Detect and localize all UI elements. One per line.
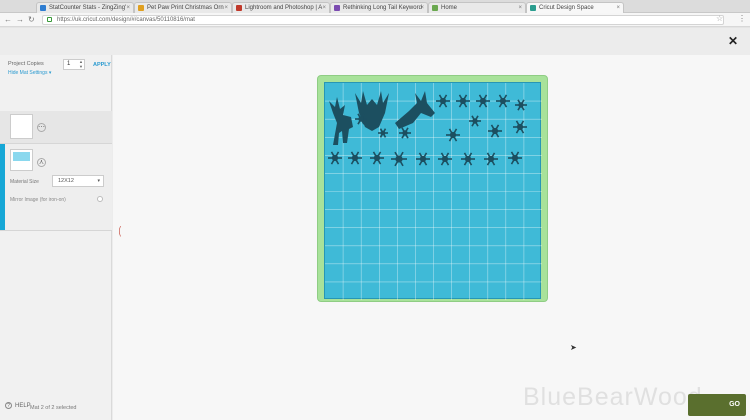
chevron-down-icon: ▾: [97, 178, 100, 184]
mirror-image-label: Mirror Image (for iron-on): [10, 197, 66, 203]
snowflake-shape: [487, 155, 495, 163]
snowflake-shape: [464, 155, 472, 163]
cutting-mat: [317, 75, 548, 302]
mat-list-item-selected[interactable]: ⋏ Material Size 12X12 ▾ Mirror Image (fo…: [0, 144, 112, 231]
browser-tab[interactable]: Lightroom and Photoshop | A ×: [232, 2, 330, 13]
tab-favicon: [236, 5, 242, 11]
snowflake-shape: [491, 127, 499, 135]
mat-settings-panel: Project Copies 1 ▲ ▼ APPLY Hide Mat Setti…: [0, 55, 112, 420]
copies-value: 1: [67, 61, 71, 67]
tab-favicon: [138, 5, 144, 11]
hide-mat-settings-link[interactable]: Hide Mat Settings ▾: [8, 70, 51, 76]
go-button[interactable]: GO: [688, 394, 746, 416]
snowflake-shape: [373, 154, 381, 162]
tab-favicon: [334, 5, 340, 11]
material-size-select[interactable]: 12X12 ▾: [52, 175, 104, 187]
reindeer-left-shape: [329, 97, 353, 145]
design-space-app: ✕ Project Copies 1 ▲ ▼ APPLY Hide Mat Set…: [0, 28, 750, 420]
snowflake-shape: [441, 155, 449, 163]
snowflake-shape: [459, 97, 467, 105]
reload-icon[interactable]: ↻: [28, 14, 35, 26]
tab-title: Lightroom and Photoshop | A: [245, 5, 323, 11]
mouse-cursor-icon: ➤: [570, 343, 577, 352]
help-icon: ?: [5, 402, 12, 409]
snowflake-shape: [449, 131, 457, 139]
snowflake-shape: [511, 154, 519, 162]
close-tab-icon[interactable]: ×: [518, 3, 522, 13]
watermark-text: BlueBearWood: [523, 383, 703, 411]
browser-tab[interactable]: Rethinking Long Tail Keyword ×: [330, 2, 428, 13]
snowflake-shape: [395, 155, 403, 163]
lock-icon: [47, 17, 52, 22]
collapse-handle-icon[interactable]: (: [119, 225, 121, 237]
project-copies-input[interactable]: 1 ▲ ▼: [63, 59, 85, 70]
forward-icon[interactable]: →: [16, 14, 24, 26]
browser-menu-icon[interactable]: ⋮: [738, 14, 746, 23]
chevron-down-icon: ▾: [48, 70, 52, 76]
tab-title: Rethinking Long Tail Keyword: [343, 5, 422, 11]
tab-favicon: [432, 5, 438, 11]
close-tab-icon[interactable]: ×: [224, 3, 228, 13]
snowflake-shape: [479, 97, 487, 105]
material-size-value: 12X12: [58, 178, 74, 184]
snowflake-shape: [516, 123, 524, 131]
mat-thumbnail[interactable]: [10, 114, 33, 139]
mat-list-item[interactable]: ⋯: [0, 111, 112, 144]
snowflake-shape: [402, 130, 408, 136]
mirror-image-toggle[interactable]: [97, 196, 103, 202]
material-size-label: Material Size: [10, 179, 39, 185]
close-icon[interactable]: ✕: [728, 34, 738, 48]
mat-grid[interactable]: [324, 82, 542, 300]
close-tab-icon[interactable]: ×: [126, 3, 130, 13]
back-icon[interactable]: ←: [4, 14, 12, 26]
hide-mat-settings-label: Hide Mat Settings: [8, 70, 48, 76]
bookmark-star-icon[interactable]: ☆: [716, 14, 723, 23]
mat-design-svg: [325, 83, 542, 300]
tab-title: Cricut Design Space: [539, 5, 594, 11]
tab-favicon: [40, 5, 46, 11]
snowflake-shape: [419, 155, 427, 163]
snowflake-shape: [439, 97, 447, 105]
tab-title: Pet Paw Print Christmas Orn: [147, 5, 224, 11]
mat-preview-canvas: ( ➤: [113, 55, 750, 420]
snowflake-shape: [380, 130, 386, 136]
tab-title: StatCounter Stats - ZingZing': [49, 5, 127, 11]
stepper-arrows-icon[interactable]: ▲ ▼: [79, 59, 83, 69]
help-label: HELP: [15, 403, 31, 409]
mat-count-text: Mat 2 of 2 selected: [30, 405, 77, 411]
address-bar[interactable]: https://uk.cricut.com/design/#/canvas/50…: [42, 15, 724, 25]
mirror-icon[interactable]: ⋏: [37, 158, 46, 167]
snowflake-shape: [331, 154, 339, 162]
project-copies-label: Project Copies: [8, 61, 44, 67]
snowflake-shape: [351, 154, 359, 162]
snowflake-shape: [499, 97, 507, 105]
tab-favicon: [530, 5, 536, 11]
browser-tab-strip: StatCounter Stats - ZingZing' × Pet Paw …: [0, 0, 750, 13]
snowflake-shape: [472, 118, 478, 124]
browser-tab[interactable]: Home ×: [428, 2, 526, 13]
apply-button[interactable]: APPLY: [93, 62, 111, 68]
reindeer-head-shape: [355, 91, 389, 131]
browser-tab-active[interactable]: Cricut Design Space ×: [526, 2, 624, 13]
snowflake-shape: [518, 102, 524, 108]
tab-title: Home: [441, 5, 458, 11]
url-text: https://uk.cricut.com/design/#/canvas/50…: [57, 17, 195, 23]
close-tab-icon[interactable]: ×: [616, 3, 620, 13]
browser-tab[interactable]: StatCounter Stats - ZingZing' ×: [36, 2, 134, 13]
close-tab-icon[interactable]: ×: [420, 3, 424, 13]
mat-thumbnail[interactable]: [10, 149, 33, 171]
browser-toolbar: ← → ↻ https://uk.cricut.com/design/#/can…: [0, 13, 750, 27]
help-link[interactable]: ? HELP: [5, 402, 31, 409]
close-tab-icon[interactable]: ×: [322, 3, 326, 13]
selected-indicator: [0, 144, 5, 230]
snowflake-shape: [358, 116, 364, 122]
reindeer-leaping-shape: [395, 91, 435, 129]
browser-tab[interactable]: Pet Paw Print Christmas Orn ×: [134, 2, 232, 13]
more-options-icon[interactable]: ⋯: [37, 123, 46, 132]
